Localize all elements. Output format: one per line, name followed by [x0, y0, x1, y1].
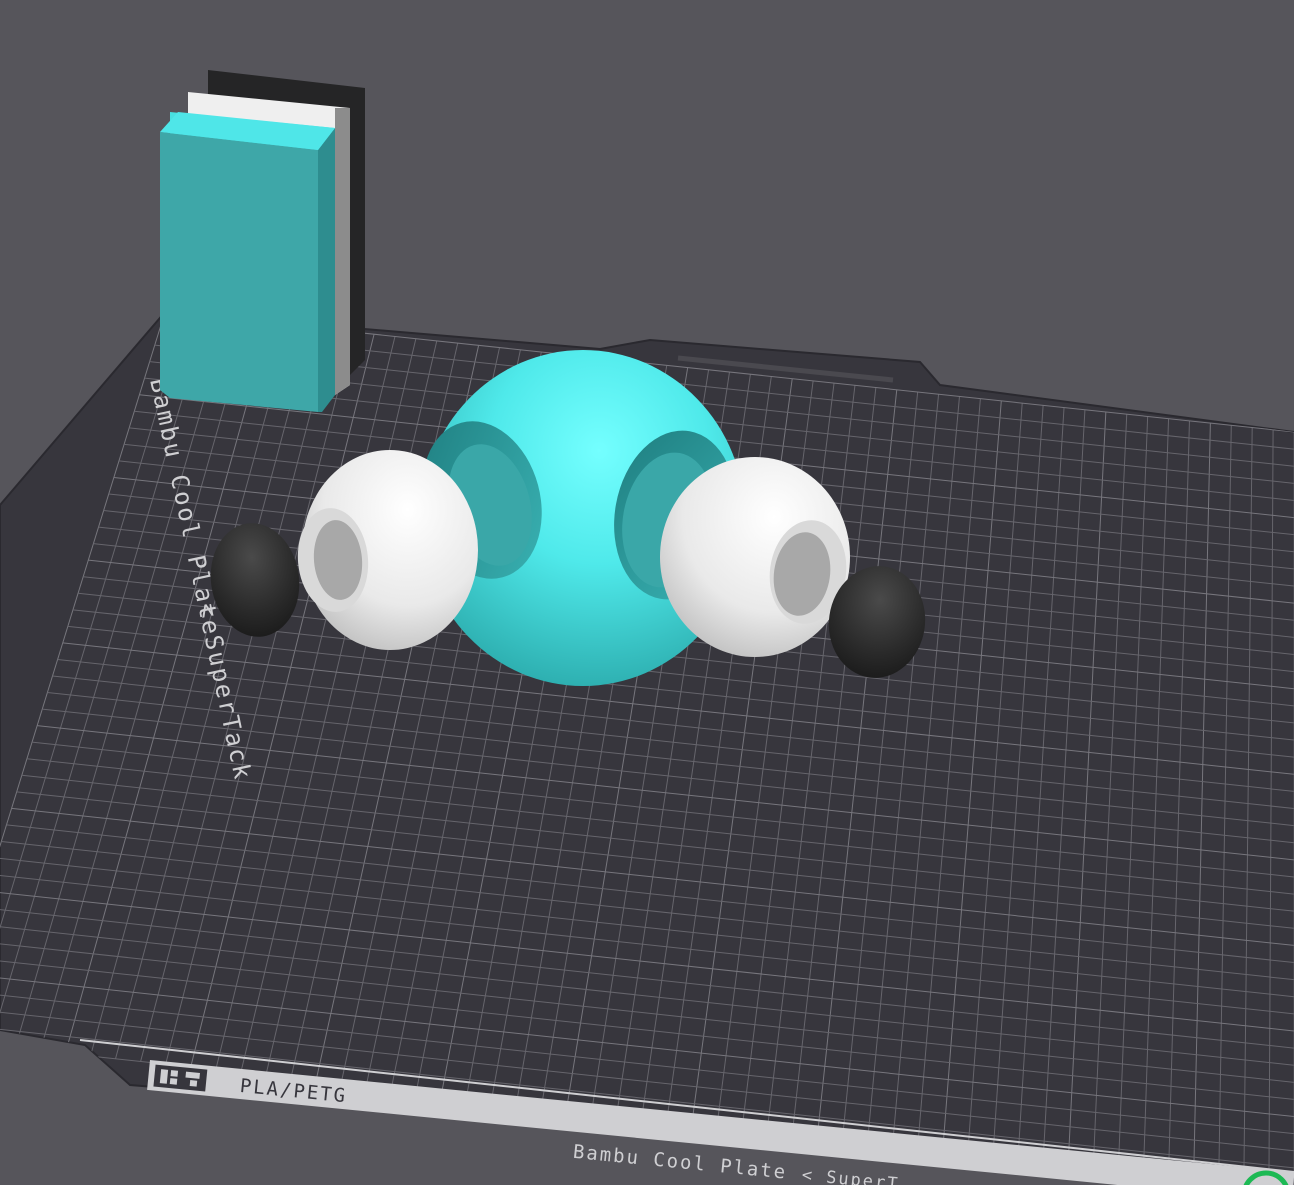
filament-block[interactable] [160, 70, 365, 412]
build-plate-scene[interactable]: Bambu Cool Plate < SuperTack PLA/PETG Ba… [0, 0, 1294, 1185]
plate-name-suffix: < SuperT [801, 1165, 900, 1185]
3d-viewport[interactable]: Bambu Cool Plate < SuperTack PLA/PETG Ba… [0, 0, 1294, 1185]
